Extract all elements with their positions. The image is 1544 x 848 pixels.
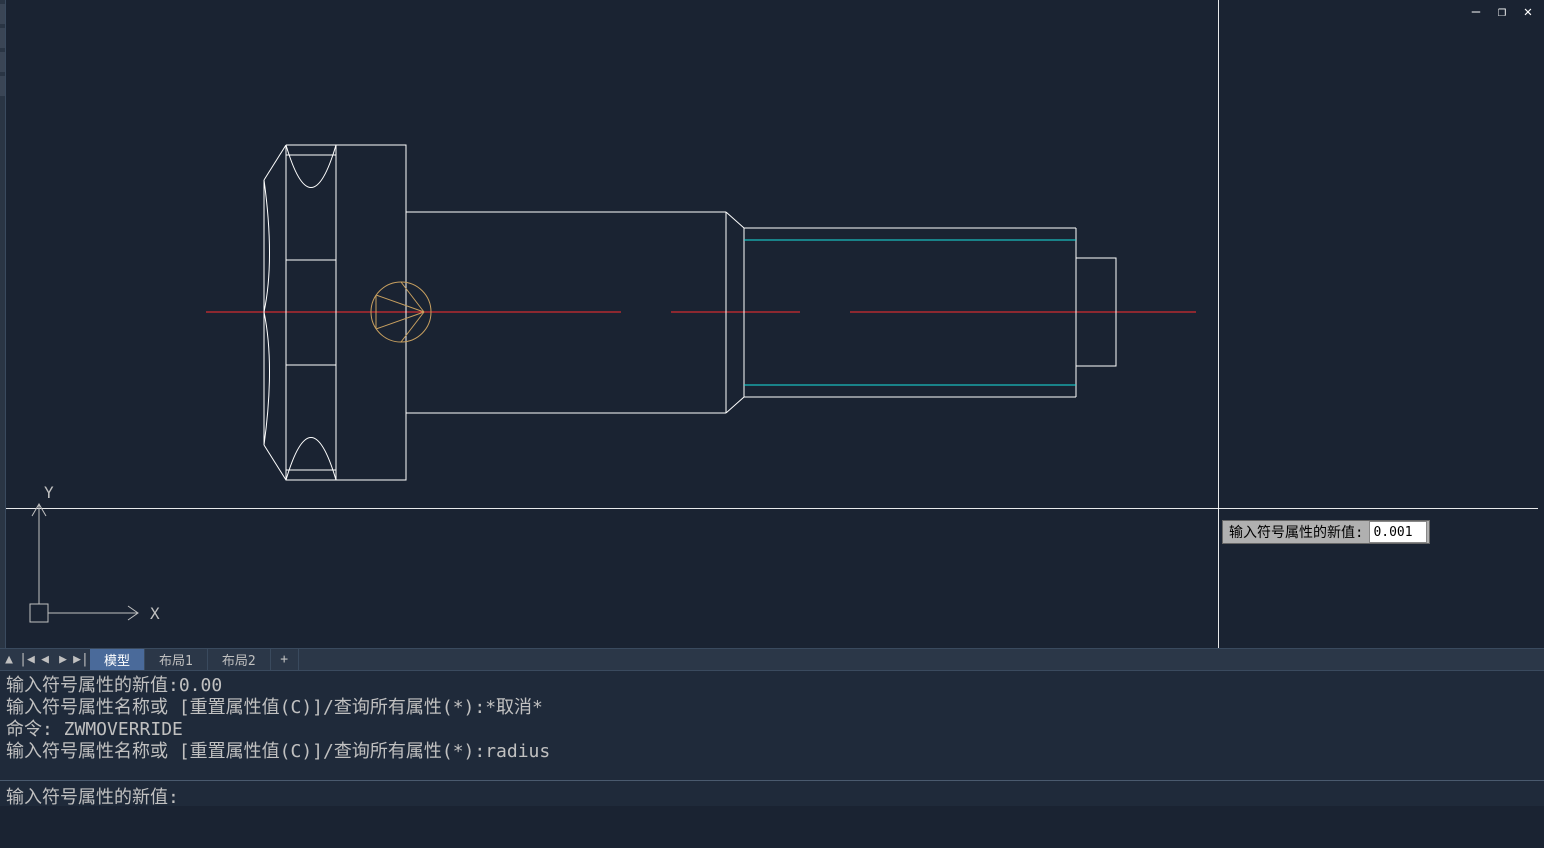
ucs-y-label: Y [44,484,54,502]
minimize-button[interactable]: — [1468,4,1484,20]
tab-layout1[interactable]: 布局1 [145,649,208,670]
command-history-panel[interactable]: 输入符号属性的新值:0.00 输入符号属性名称或 [重置属性值(C)]/查询所有… [0,670,1544,780]
command-history-line: 输入符号属性名称或 [重置属性值(C)]/查询所有属性(*):*取消* [6,697,1538,719]
tab-layout2[interactable]: 布局2 [208,649,271,670]
tab-collapse-button[interactable]: ▲ [0,650,18,670]
dynamic-input-field[interactable] [1369,521,1427,543]
dynamic-input-box: 输入符号属性的新值: [1222,520,1430,544]
cad-drawing [6,0,1538,648]
crosshair-vertical [1218,0,1219,648]
tab-prev-button[interactable]: ◀ [36,650,54,670]
status-bar-area [0,806,1544,848]
ucs-icon: X Y [20,484,170,638]
command-history-line: 输入符号属性名称或 [重置属性值(C)]/查询所有属性(*):radius [6,741,1538,763]
tab-next-button[interactable]: ▶ [54,650,72,670]
tab-first-button[interactable]: |◀ [18,650,36,670]
command-line-input[interactable]: 输入符号属性的新值: [0,780,1544,806]
dynamic-input-label: 输入符号属性的新值: [1223,522,1369,542]
layout-tab-bar: ▲ |◀ ◀ ▶ ▶| 模型 布局1 布局2 + [0,648,1544,670]
tab-nav-controls: ▲ |◀ ◀ ▶ ▶| [0,649,90,670]
window-controls: — ❐ ✕ [1468,4,1536,20]
ucs-x-label: X [150,604,160,623]
drawing-canvas[interactable] [6,0,1538,648]
command-prompt: 输入符号属性的新值: [6,787,179,808]
command-history-line: 命令: ZWMOVERRIDE [6,719,1538,741]
tab-model[interactable]: 模型 [90,649,145,670]
maximize-button[interactable]: ❐ [1494,4,1510,20]
close-button[interactable]: ✕ [1520,4,1536,20]
command-history-line: 输入符号属性的新值:0.00 [6,675,1538,697]
tab-add-button[interactable]: + [271,649,299,670]
crosshair-horizontal [6,508,1538,509]
tab-last-button[interactable]: ▶| [72,650,90,670]
